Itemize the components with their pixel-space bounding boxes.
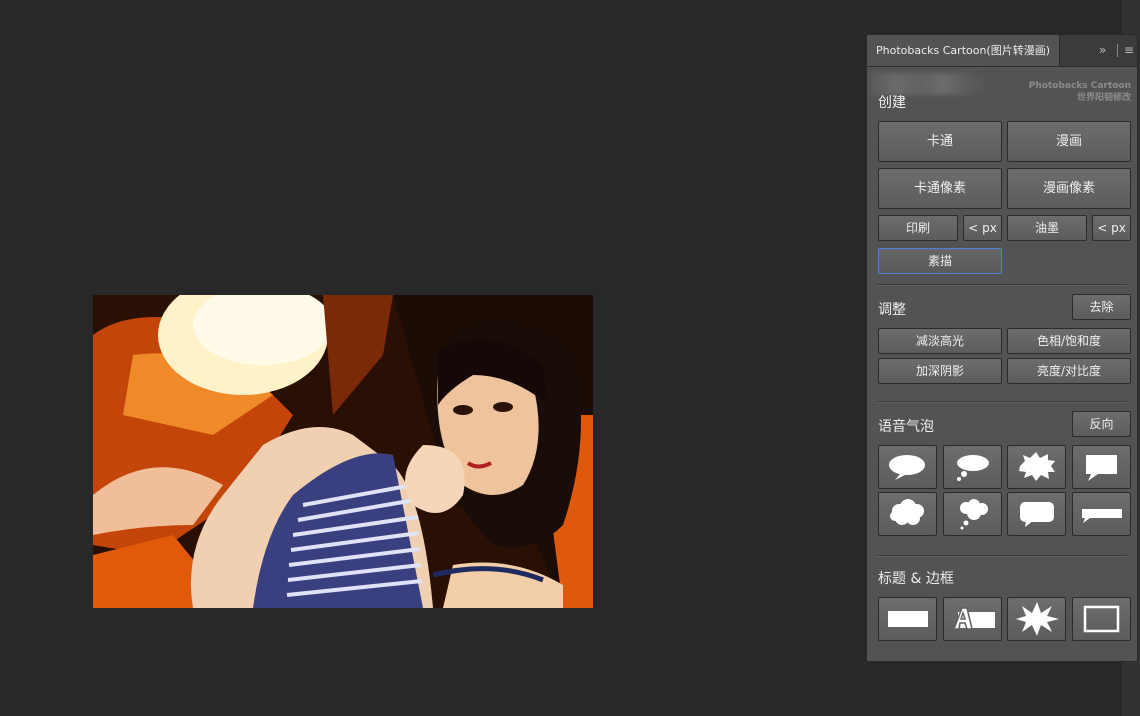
cartoon-pixel-button[interactable]: 卡通像素 (878, 168, 1002, 209)
small-thought-bubble-icon (960, 499, 988, 530)
small-thought-bubble-button[interactable] (943, 492, 1002, 536)
brand-line-2: 世界阳韧修改 (1076, 93, 1131, 103)
brand-line-1: Photobacks Cartoon (1028, 81, 1131, 91)
panel-tab-title[interactable]: Photobacks Cartoon(图片转漫画) (867, 35, 1061, 66)
burst-frame-icon (1016, 602, 1059, 636)
banner-caption-button[interactable] (1072, 492, 1131, 536)
burst-frame-button[interactable] (1007, 597, 1066, 641)
ink-button[interactable]: 油墨 (1007, 215, 1087, 241)
section-title-adjust: 调整 (878, 302, 906, 318)
thought-bubble-icon (957, 455, 989, 481)
print-px-button[interactable]: < px (963, 215, 1002, 241)
caption-box-icon (888, 611, 928, 627)
divider (877, 401, 1127, 402)
banner-caption-icon (1082, 509, 1122, 523)
cloud-bubble-icon (890, 499, 924, 525)
rectangle-speech-bubble-button[interactable] (1072, 445, 1131, 489)
rounded-rect-bubble-button[interactable] (1007, 492, 1066, 536)
shout-burst-bubble-icon (1019, 452, 1055, 481)
section-title-titles-borders: 标题 & 边框 (878, 571, 954, 587)
header-separator (1117, 44, 1118, 57)
reduce-highlights-button[interactable]: 减淡高光 (878, 328, 1002, 354)
oval-speech-bubble-icon (889, 455, 925, 480)
caption-box-button[interactable] (878, 597, 937, 641)
thought-bubble-button[interactable] (943, 445, 1002, 489)
rounded-rect-bubble-icon (1020, 502, 1054, 527)
divider (877, 284, 1127, 285)
oval-speech-bubble-button[interactable] (878, 445, 937, 489)
shout-burst-bubble-button[interactable] (1007, 445, 1066, 489)
photobacks-cartoon-panel: Photobacks Cartoon(图片转漫画) » ≡ Photobacks… (866, 34, 1138, 662)
hue-saturation-button[interactable]: 色相/饱和度 (1007, 328, 1131, 354)
document-canvas-image (93, 295, 593, 608)
blurred-logo (871, 73, 993, 95)
brightness-contrast-button[interactable]: 亮度/对比度 (1007, 358, 1131, 384)
cloud-bubble-button[interactable] (878, 492, 937, 536)
double-chevron-right-icon[interactable]: » (1099, 41, 1106, 59)
sketch-button[interactable]: 素描 (878, 248, 1002, 274)
border-frame-button[interactable] (1072, 597, 1131, 641)
ink-px-button[interactable]: < px (1092, 215, 1131, 241)
comic-pixel-button[interactable]: 漫画像素 (1007, 168, 1131, 209)
rectangle-speech-bubble-icon (1086, 455, 1117, 481)
text-caption-button[interactable] (943, 597, 1002, 641)
reverse-button[interactable]: 反向 (1072, 411, 1131, 437)
brand-watermark: Photobacks Cartoon 世界阳韧修改 (1017, 80, 1131, 104)
hamburger-menu-icon[interactable]: ≡ (1124, 41, 1134, 59)
text-caption-icon (952, 607, 995, 630)
remove-button[interactable]: 去除 (1072, 294, 1131, 320)
comic-button[interactable]: 漫画 (1007, 121, 1131, 162)
border-frame-icon (1083, 605, 1120, 633)
section-title-speech-bubbles: 语音气泡 (878, 419, 934, 435)
divider (877, 555, 1127, 556)
cartoon-button[interactable]: 卡通 (878, 121, 1002, 162)
panel-header: Photobacks Cartoon(图片转漫画) » ≡ (867, 35, 1137, 67)
comic-photo-image (93, 295, 593, 608)
deepen-shadows-button[interactable]: 加深阴影 (878, 358, 1002, 384)
section-title-create: 创建 (878, 95, 906, 111)
print-button[interactable]: 印刷 (878, 215, 958, 241)
